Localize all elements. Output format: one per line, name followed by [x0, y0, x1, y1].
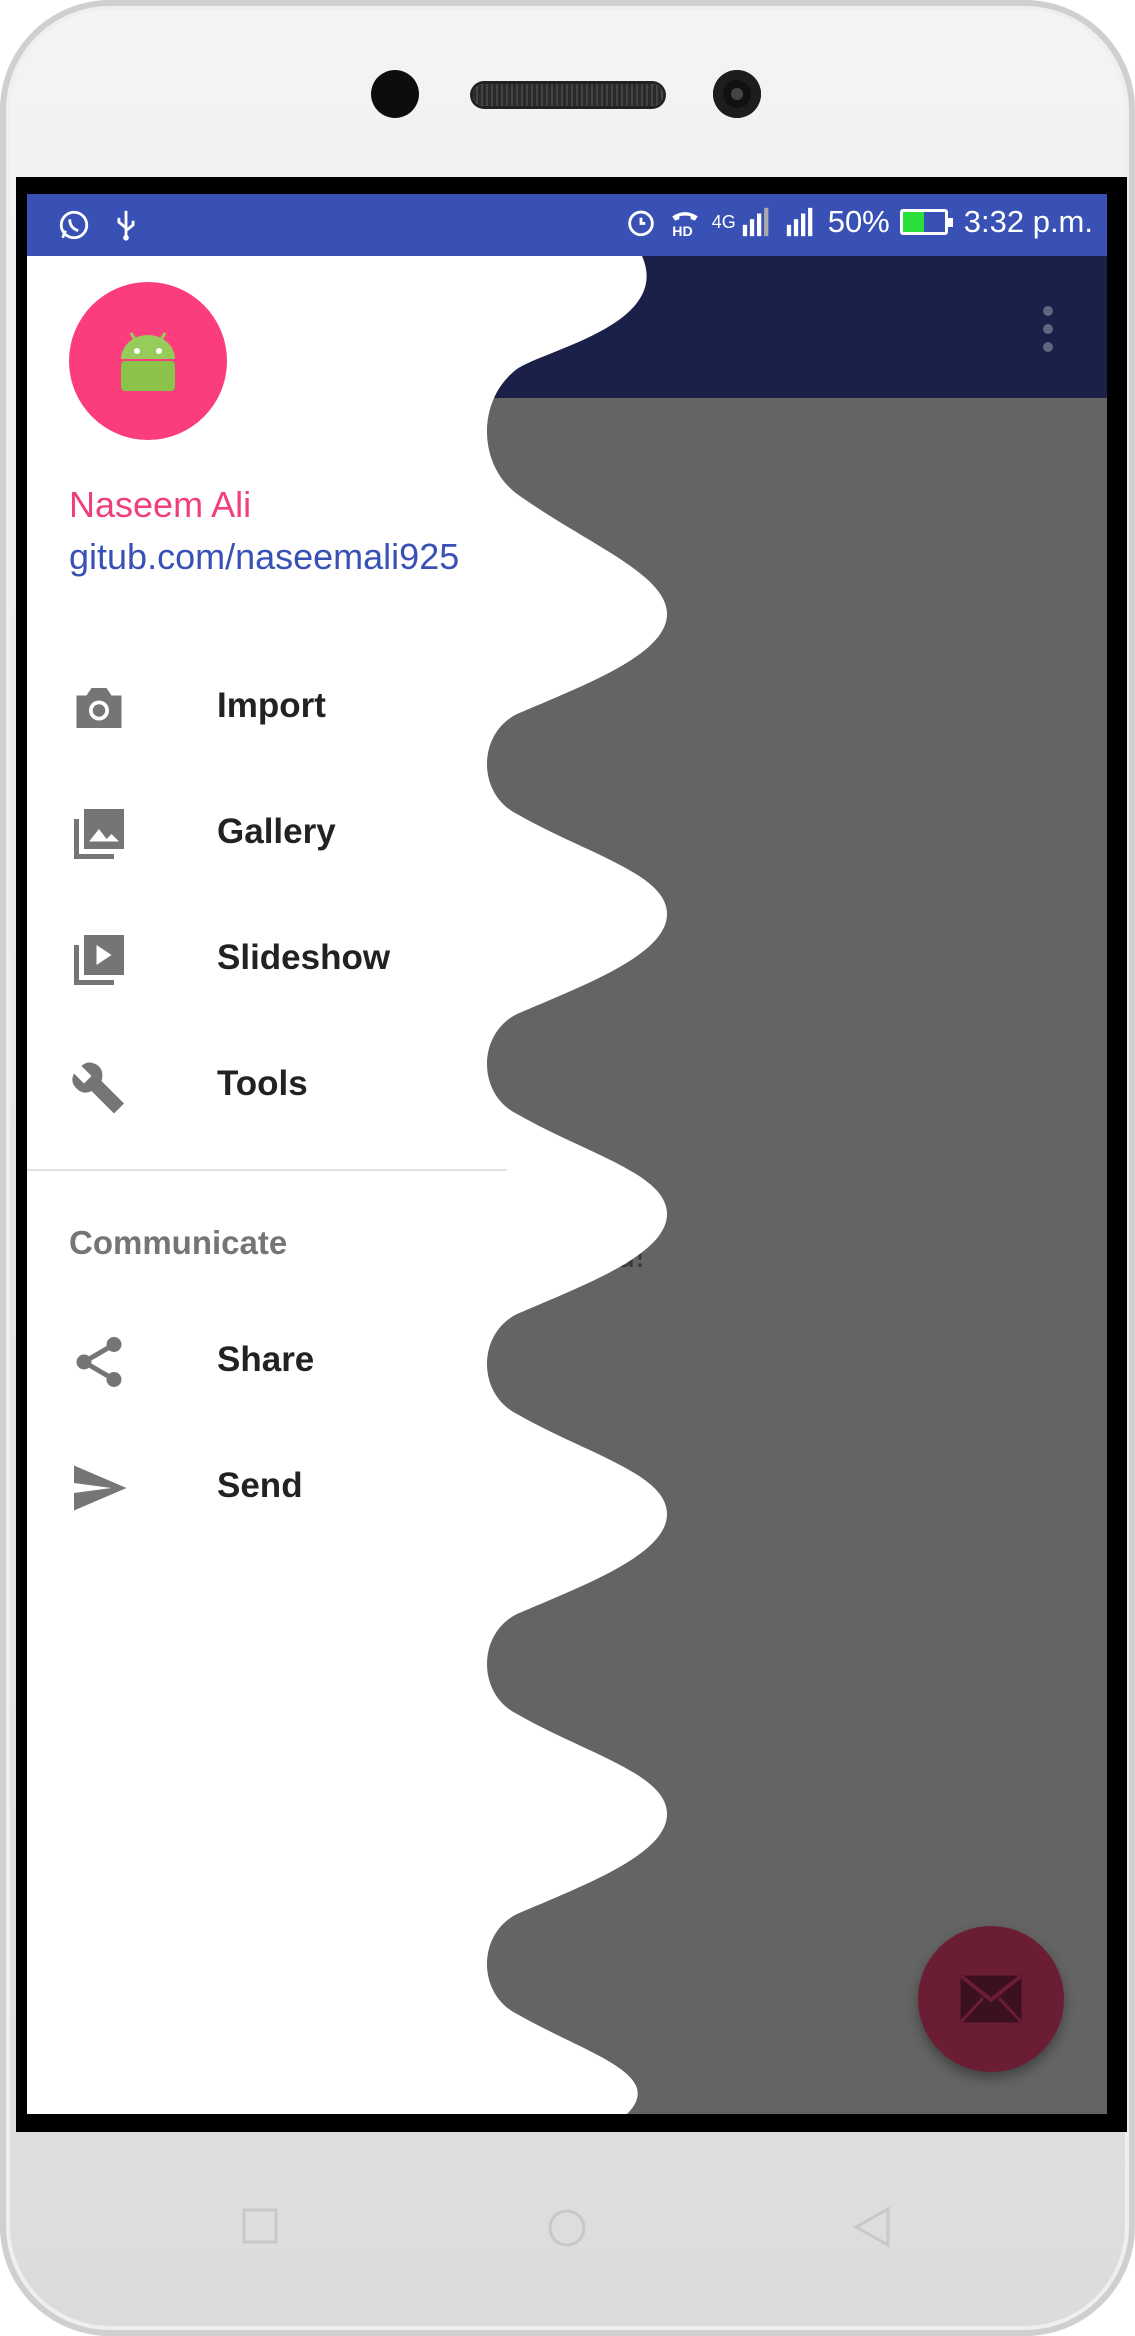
menu-item-import[interactable]: Import [27, 650, 497, 770]
menu-item-share[interactable]: Share [27, 1304, 497, 1424]
back-button[interactable] [852, 2206, 892, 2248]
proximity-sensor [371, 70, 419, 118]
user-link[interactable]: gitub.com/naseemali925 [69, 536, 459, 578]
menu-item-label: Gallery [217, 812, 336, 851]
android-icon [121, 332, 175, 391]
menu-item-label: Import [217, 686, 326, 725]
section-label-communicate: Communicate [69, 1224, 288, 1261]
wrench-icon [72, 1062, 124, 1114]
earpiece-speaker [473, 84, 663, 106]
navigation-drawer[interactable] [27, 194, 1107, 2114]
menu-item-send[interactable]: Send [27, 1430, 497, 1550]
screen: HD 4G 50% 3:32 p.m. ld! [27, 194, 1107, 2114]
camera-icon [76, 688, 122, 728]
avatar[interactable] [69, 282, 227, 440]
menu-item-label: Share [217, 1340, 315, 1379]
gallery-icon [74, 809, 124, 859]
menu-item-slideshow[interactable]: Slideshow [27, 902, 497, 1022]
share-icon [76, 1337, 122, 1387]
menu-item-label: Tools [217, 1064, 308, 1103]
send-icon [74, 1465, 127, 1511]
menu-item-gallery[interactable]: Gallery [27, 776, 497, 896]
home-button[interactable] [547, 2208, 587, 2248]
front-camera [713, 70, 761, 118]
menu-item-label: Send [217, 1466, 303, 1505]
menu-item-tools[interactable]: Tools [27, 1028, 497, 1148]
menu-item-label: Slideshow [217, 938, 391, 977]
user-name: Naseem Ali [69, 484, 252, 525]
recents-button[interactable] [242, 2208, 278, 2244]
divider [27, 1169, 507, 1171]
slideshow-icon [74, 935, 124, 985]
phone-frame: HD 4G 50% 3:32 p.m. ld! [0, 0, 1135, 2336]
